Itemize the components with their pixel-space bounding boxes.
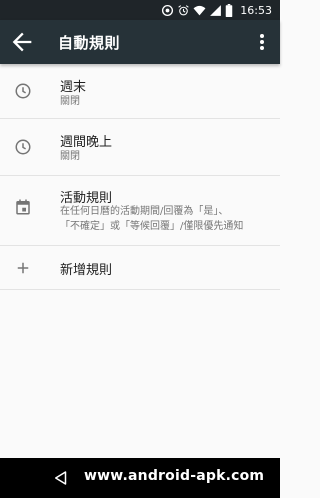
battery-icon [226, 3, 233, 17]
rules-list: 週末 關閉 週間晚上 關閉 活動規則 在任何日曆的活動期間/回覆為「是」、 「不… [0, 64, 280, 290]
rule-status: 關閉 [60, 151, 80, 162]
clock-icon [15, 139, 31, 155]
wifi-icon [193, 5, 206, 15]
clock-icon [15, 83, 31, 99]
rule-item-weeknight[interactable]: 週間晚上 關閉 [0, 119, 280, 176]
rule-description-line-2: 「不確定」或「等候回覆」/僅限優先通知 [60, 221, 244, 232]
watermark: www.android-apk.com [84, 468, 265, 484]
navigation-bar: www.android-apk.com [0, 458, 280, 498]
page-title: 自動規則 [58, 34, 121, 52]
add-rule-button[interactable]: 新增規則 [0, 246, 280, 290]
alarm-icon [178, 4, 189, 15]
do-not-disturb-icon [162, 4, 174, 16]
back-arrow-icon[interactable] [8, 28, 36, 56]
rule-status: 關閉 [60, 96, 80, 107]
status-time: 16:53 [240, 3, 272, 17]
status-bar: 16:53 [0, 0, 280, 20]
more-options-icon[interactable] [250, 28, 274, 56]
rule-title: 週末 [60, 80, 87, 95]
rule-item-weekend[interactable]: 週末 關閉 [0, 64, 280, 119]
app-toolbar: 自動規則 [0, 20, 280, 64]
status-icons: 16:53 [161, 3, 272, 17]
rule-title: 週間晚上 [60, 135, 113, 150]
signal-icon [210, 4, 222, 16]
rule-description-line-1: 在任何日曆的活動期間/回覆為「是」、 [60, 206, 229, 217]
add-rule-label: 新增規則 [60, 263, 113, 278]
calendar-icon [16, 199, 30, 215]
rule-item-event[interactable]: 活動規則 在任何日曆的活動期間/回覆為「是」、 「不確定」或「等候回覆」/僅限優… [0, 176, 280, 246]
nav-back-icon[interactable] [52, 469, 70, 487]
plus-icon [17, 262, 29, 274]
